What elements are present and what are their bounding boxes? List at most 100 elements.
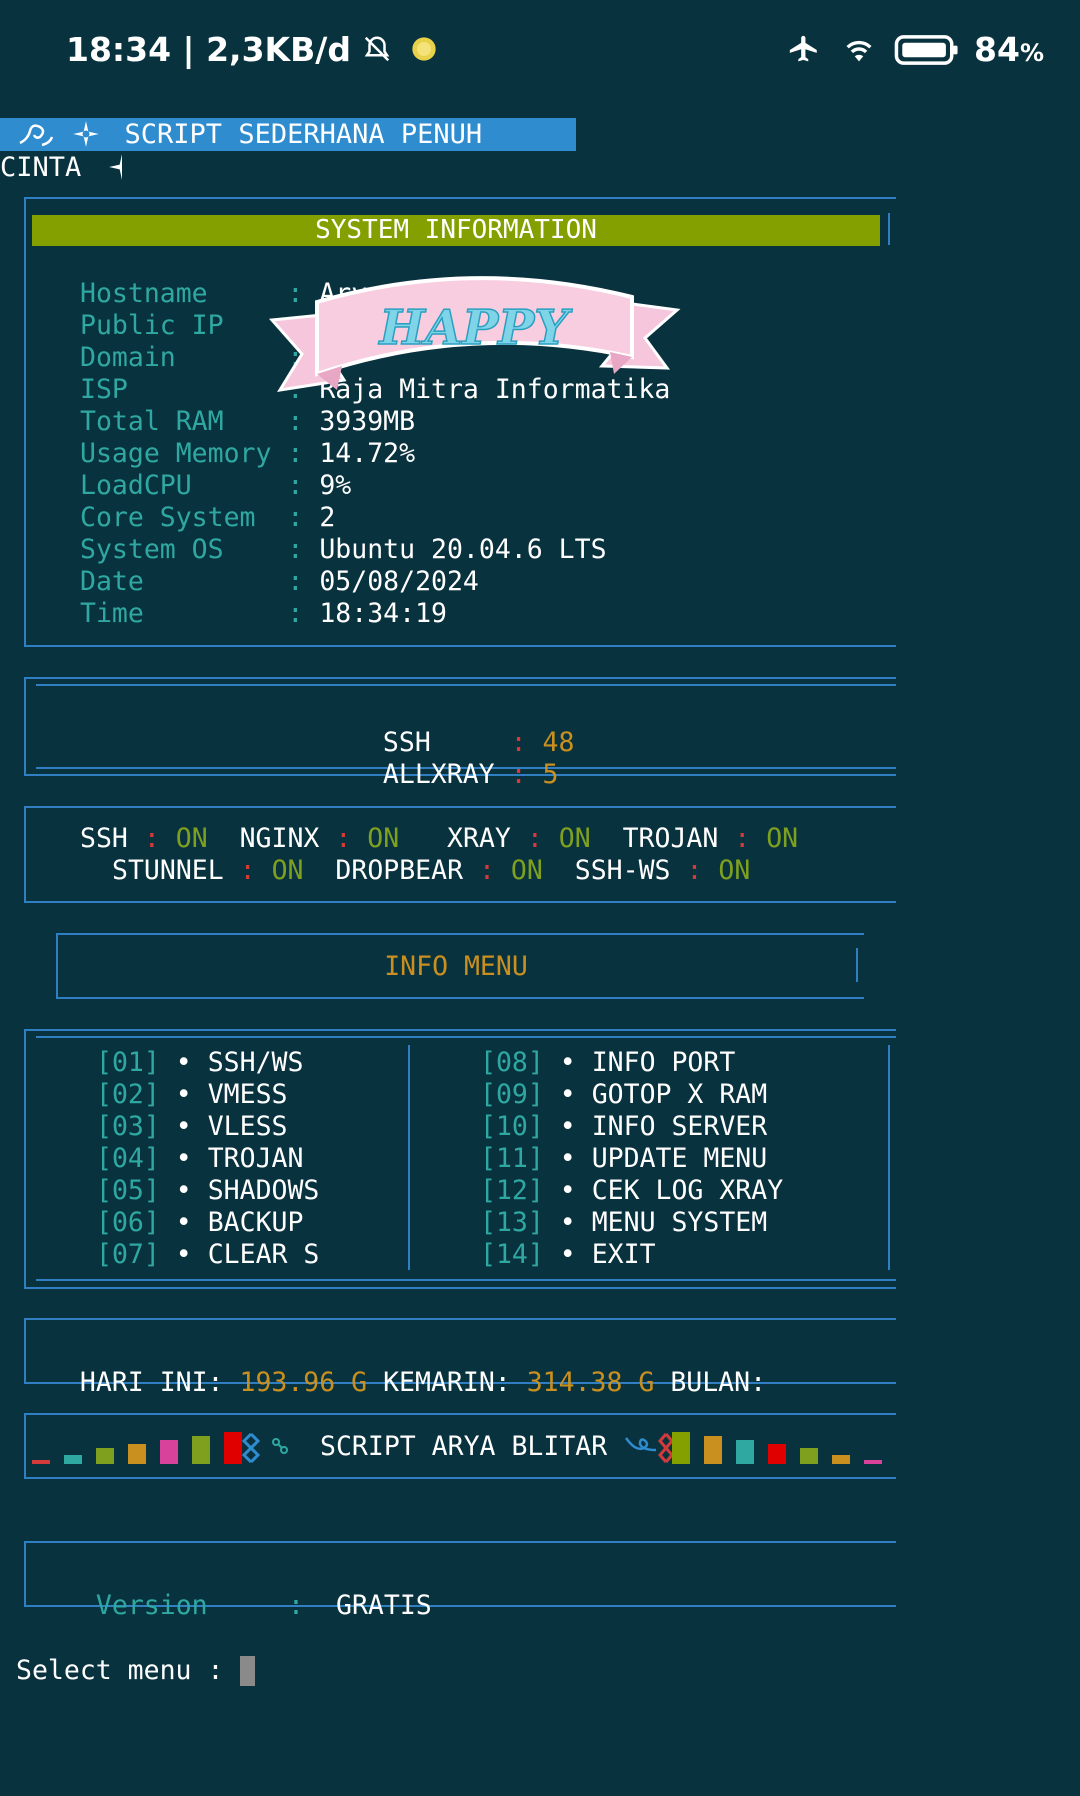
menu-item[interactable]: [09] • GOTOP X RAM	[480, 1079, 767, 1111]
menu-item-number: [08]	[480, 1047, 544, 1078]
system-info-row: LoadCPU : 9%	[80, 470, 351, 502]
bar	[192, 1436, 210, 1464]
service-status: DROPBEAR : ON	[335, 855, 542, 886]
menu-item-label: TROJAN	[207, 1143, 304, 1174]
terminal-cursor[interactable]	[240, 1656, 255, 1686]
menu-inner-line-bottom	[36, 1279, 896, 1281]
menu-item[interactable]: [01] • SSH/WS	[96, 1047, 303, 1079]
menu-item[interactable]: [05] • SHADOWS	[96, 1175, 319, 1207]
service-name: TROJAN	[622, 823, 719, 854]
xray-count-colon: :	[510, 759, 543, 790]
bar	[736, 1440, 754, 1464]
service-status: XRAY : ON	[447, 823, 591, 854]
menu-item-label: CEK LOG XRAY	[591, 1175, 784, 1206]
menu-bullet: •	[543, 1111, 592, 1142]
system-info-row: Time : 18:34:19	[80, 598, 447, 630]
menu-bullet: •	[159, 1047, 208, 1078]
clover-icon	[272, 1438, 288, 1454]
version-separator: :	[288, 1590, 304, 1621]
bar	[64, 1455, 82, 1464]
xray-count-line: ALLXRAY : 5	[351, 727, 559, 791]
menu-bullet: •	[159, 1175, 208, 1206]
service-gap	[303, 855, 335, 886]
service-colon: :	[127, 823, 176, 854]
service-state: ON	[766, 823, 799, 854]
menu-item[interactable]: [02] • VMESS	[96, 1079, 287, 1111]
service-status: SSH-WS : ON	[575, 855, 751, 886]
service-state: ON	[718, 855, 751, 886]
menu-item[interactable]: [14] • EXIT	[480, 1239, 656, 1271]
service-state: ON	[175, 823, 208, 854]
service-gap	[399, 823, 447, 854]
menu-item-number: [11]	[480, 1143, 544, 1174]
compass-icon	[108, 154, 122, 180]
menu-bullet: •	[159, 1143, 208, 1174]
top-banner: SCRIPT SEDERHANA PENUH CINTA	[0, 118, 576, 183]
happy-ribbon-sticker: HAPPY	[268, 276, 681, 392]
system-info-label: Domain	[80, 342, 288, 373]
bar	[832, 1455, 850, 1464]
info-menu-title: INFO MENU	[384, 951, 528, 982]
bar	[864, 1460, 882, 1464]
service-colon: :	[670, 855, 719, 886]
bar	[224, 1432, 242, 1464]
system-info-label: Public IP	[80, 310, 288, 341]
menu-item-number: [09]	[480, 1079, 544, 1110]
menu-item[interactable]: [10] • INFO SERVER	[480, 1111, 767, 1143]
service-name: NGINX	[239, 823, 320, 854]
coin-icon	[412, 37, 436, 61]
system-info-separator: :	[287, 502, 320, 533]
menu-item-number: [13]	[480, 1207, 544, 1238]
version-label: Version	[95, 1590, 208, 1621]
system-info-row: System OS : Ubuntu 20.04.6 LTS	[80, 534, 607, 566]
today-value: 193.96 G	[239, 1367, 368, 1398]
status-right-group: 84%	[784, 30, 1044, 69]
service-name: SSH-WS	[574, 855, 671, 886]
menu-item[interactable]: [11] • UPDATE MENU	[480, 1143, 767, 1175]
service-status: NGINX : ON	[240, 823, 400, 854]
menu-item[interactable]: [04] • TROJAN	[96, 1143, 303, 1175]
menu-bullet: •	[159, 1111, 208, 1142]
status-bar: 18:34 | 2,3KB/d 84%	[0, 0, 1080, 100]
system-info-value: 2	[319, 502, 336, 533]
bar	[672, 1432, 690, 1464]
menu-item[interactable]: [12] • CEK LOG XRAY	[480, 1175, 783, 1207]
menu-item-number: [07]	[96, 1239, 160, 1270]
battery-value: 84	[974, 30, 1020, 69]
system-info-separator: :	[287, 470, 320, 501]
bandwidth-line: HARI INI: 193.96 G KEMARIN: 314.38 G BUL…	[48, 1335, 766, 1399]
menu-item-number: [02]	[96, 1079, 160, 1110]
menu-right-edge	[888, 1045, 890, 1270]
menu-inner-line-top	[36, 1036, 896, 1038]
footer-banner-text: SCRIPT ARYA BLITAR	[320, 1431, 608, 1462]
xray-count-value: 5	[542, 759, 559, 790]
select-menu-prompt: Select menu :	[16, 1655, 240, 1686]
menu-item[interactable]: [13] • MENU SYSTEM	[480, 1207, 767, 1239]
menu-item-label: BACKUP	[207, 1207, 304, 1238]
bar	[96, 1448, 114, 1464]
menu-bullet: •	[543, 1207, 592, 1238]
menu-bullet: •	[543, 1175, 592, 1206]
right-color-bars	[672, 1428, 882, 1464]
menu-item[interactable]: [08] • INFO PORT	[480, 1047, 735, 1079]
menu-item[interactable]: [03] • VLESS	[96, 1111, 287, 1143]
menu-item[interactable]: [07] • CLEAR S	[96, 1239, 319, 1271]
menu-column-divider	[408, 1045, 410, 1270]
system-info-label: LoadCPU	[80, 470, 288, 501]
menu-item-label: UPDATE MENU	[591, 1143, 768, 1174]
status-time: 18:34	[66, 30, 172, 69]
status-time-group: 18:34 | 2,3KB/d	[66, 30, 438, 69]
system-info-row: Core System : 2	[80, 502, 335, 534]
menu-bullet: •	[159, 1207, 208, 1238]
accounts-inner-line-top	[36, 684, 896, 686]
today-label: HARI INI:	[79, 1367, 224, 1398]
system-info-label: Time	[80, 598, 288, 629]
menu-bullet: •	[159, 1239, 208, 1270]
menu-item-label: MENU SYSTEM	[591, 1207, 768, 1238]
version-line: Version: GRATIS	[64, 1558, 432, 1622]
service-name: XRAY	[447, 823, 511, 854]
bar	[704, 1436, 722, 1464]
system-info-value: Ubuntu 20.04.6 LTS	[319, 534, 607, 565]
menu-item[interactable]: [06] • BACKUP	[96, 1207, 303, 1239]
menu-item-label: SHADOWS	[207, 1175, 320, 1206]
